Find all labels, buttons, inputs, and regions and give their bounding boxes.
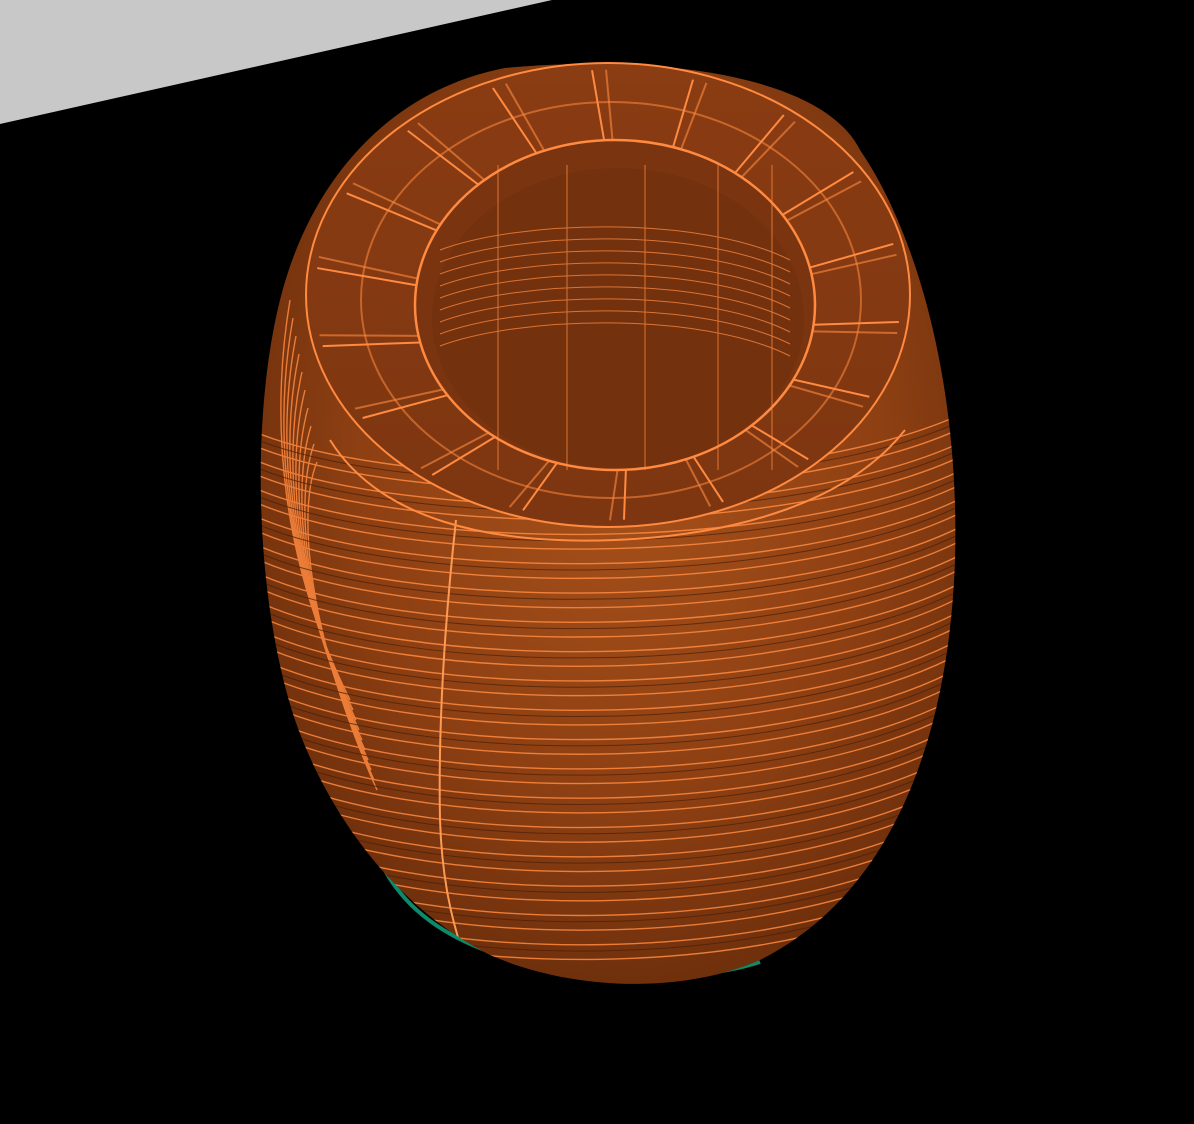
- barrel-vase-model[interactable]: [250, 62, 970, 984]
- inner-cavity: [432, 168, 804, 468]
- 3d-viewport[interactable]: [0, 0, 1194, 1124]
- viewport-canvas[interactable]: [0, 0, 1194, 1124]
- radial-rib: [319, 334, 419, 337]
